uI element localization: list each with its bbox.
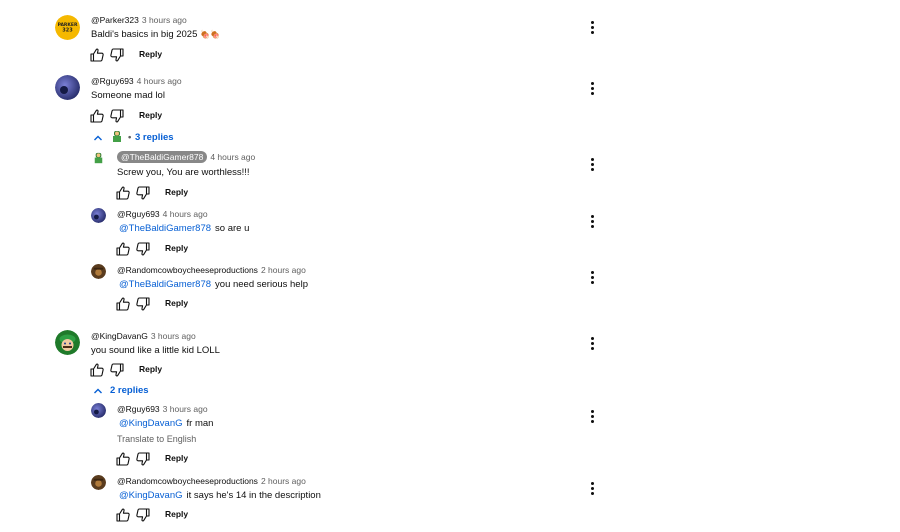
mention-link[interactable]: @KingDavanG xyxy=(119,490,183,501)
more-actions-icon[interactable] xyxy=(585,335,599,351)
avatar[interactable] xyxy=(91,475,106,490)
avatar[interactable] xyxy=(91,208,106,223)
dislike-icon[interactable] xyxy=(135,451,151,467)
reply-button[interactable]: Reply xyxy=(139,110,162,120)
timestamp[interactable]: 4 hours ago xyxy=(210,152,255,162)
author-name[interactable]: @Randomcowboycheeseproductions xyxy=(117,476,258,486)
reply-header: @Rguy693 3 hours ago xyxy=(117,403,208,415)
more-actions-icon[interactable] xyxy=(585,213,599,229)
reply-button[interactable]: Reply xyxy=(139,49,162,59)
mention-link[interactable]: @TheBaldiGamer878 xyxy=(119,279,211,290)
chevron-up-icon xyxy=(92,132,104,144)
dislike-icon[interactable] xyxy=(135,296,151,312)
timestamp[interactable]: 2 hours ago xyxy=(261,265,306,275)
more-actions-icon[interactable] xyxy=(585,269,599,285)
svg-text:323: 323 xyxy=(62,28,73,34)
timestamp[interactable]: 3 hours ago xyxy=(163,404,208,414)
like-icon[interactable] xyxy=(115,241,131,257)
reply-button[interactable]: Reply xyxy=(139,364,162,374)
comment-header: @KingDavanG 3 hours ago xyxy=(91,330,196,342)
replier-avatar xyxy=(109,129,125,145)
translate-link[interactable]: Translate to English xyxy=(117,434,196,444)
reply-button[interactable]: Reply xyxy=(165,453,188,463)
reply-header: @Rguy693 4 hours ago xyxy=(117,208,208,220)
replies-toggle[interactable]: 2 replies xyxy=(92,383,162,399)
avatar[interactable]: PARKER 323 xyxy=(55,15,80,40)
avatar[interactable] xyxy=(91,403,106,418)
avatar[interactable] xyxy=(91,264,106,279)
dislike-icon[interactable] xyxy=(135,507,151,523)
dislike-icon[interactable] xyxy=(109,108,125,124)
dislike-icon[interactable] xyxy=(109,47,125,63)
author-name[interactable]: @Rguy693 xyxy=(91,76,134,86)
avatar[interactable] xyxy=(55,75,80,100)
timestamp[interactable]: 3 hours ago xyxy=(151,331,196,341)
like-icon[interactable] xyxy=(115,451,131,467)
like-icon[interactable] xyxy=(115,296,131,312)
reply-header: @TheBaldiGamer878 4 hours ago xyxy=(117,151,255,163)
reply-button[interactable]: Reply xyxy=(165,187,188,197)
separator-dot: • xyxy=(128,132,132,143)
reply-text: Screw you, You are worthless!!! xyxy=(117,167,250,178)
dislike-icon[interactable] xyxy=(135,241,151,257)
reply-text: @KingDavanG fr man xyxy=(119,418,214,429)
like-icon[interactable] xyxy=(89,108,105,124)
replies-toggle[interactable]: • 3 replies xyxy=(92,129,182,146)
avatar[interactable] xyxy=(55,330,80,355)
reply-text: @TheBaldiGamer878 so are u xyxy=(119,223,250,234)
comment-text: Someone mad lol xyxy=(91,90,165,101)
reply-button[interactable]: Reply xyxy=(165,298,188,308)
reply-button[interactable]: Reply xyxy=(165,509,188,519)
comment-header: @Rguy693 4 hours ago xyxy=(91,75,182,87)
replies-count[interactable]: 2 replies xyxy=(110,383,149,399)
chevron-up-icon xyxy=(92,385,104,397)
avatar[interactable] xyxy=(91,151,106,166)
dislike-icon[interactable] xyxy=(135,185,151,201)
comments-section: PARKER 323 @Parker323 3 hours ago Baldi's… xyxy=(0,0,900,532)
more-actions-icon[interactable] xyxy=(585,80,599,96)
timestamp[interactable]: 4 hours ago xyxy=(137,76,182,86)
reply-header: @Randomcowboycheeseproductions 2 hours ag… xyxy=(117,475,306,487)
author-name[interactable]: @Rguy693 xyxy=(117,209,160,219)
comment-header: @Parker323 3 hours ago xyxy=(91,14,187,26)
timestamp[interactable]: 4 hours ago xyxy=(163,209,208,219)
author-name[interactable]: @Rguy693 xyxy=(117,404,160,414)
like-icon[interactable] xyxy=(115,507,131,523)
emoji: 🍖🍖 xyxy=(200,30,220,39)
author-name[interactable]: @TheBaldiGamer878 xyxy=(117,151,208,163)
replies-count[interactable]: 3 replies xyxy=(135,130,174,146)
more-actions-icon[interactable] xyxy=(585,156,599,172)
reply-button[interactable]: Reply xyxy=(165,243,188,253)
more-actions-icon[interactable] xyxy=(585,480,599,496)
like-icon[interactable] xyxy=(89,362,105,378)
author-name[interactable]: @Parker323 xyxy=(91,15,139,25)
like-icon[interactable] xyxy=(115,185,131,201)
reply-text: @KingDavanG it says he's 14 in the descri… xyxy=(119,490,321,501)
timestamp[interactable]: 3 hours ago xyxy=(142,15,187,25)
more-actions-icon[interactable] xyxy=(585,408,599,424)
comment-text: Baldi's basics in big 2025 🍖🍖 xyxy=(91,29,220,40)
mention-link[interactable]: @KingDavanG xyxy=(119,418,183,429)
author-name[interactable]: @Randomcowboycheeseproductions xyxy=(117,265,258,275)
timestamp[interactable]: 2 hours ago xyxy=(261,476,306,486)
dislike-icon[interactable] xyxy=(109,362,125,378)
mention-link[interactable]: @TheBaldiGamer878 xyxy=(119,223,211,234)
reply-header: @Randomcowboycheeseproductions 2 hours ag… xyxy=(117,264,306,276)
like-icon[interactable] xyxy=(89,47,105,63)
more-actions-icon[interactable] xyxy=(585,19,599,35)
comment-text: you sound like a little kid LOLL xyxy=(91,345,220,356)
author-name[interactable]: @KingDavanG xyxy=(91,331,148,341)
reply-text: @TheBaldiGamer878 you need serious help xyxy=(119,279,308,290)
